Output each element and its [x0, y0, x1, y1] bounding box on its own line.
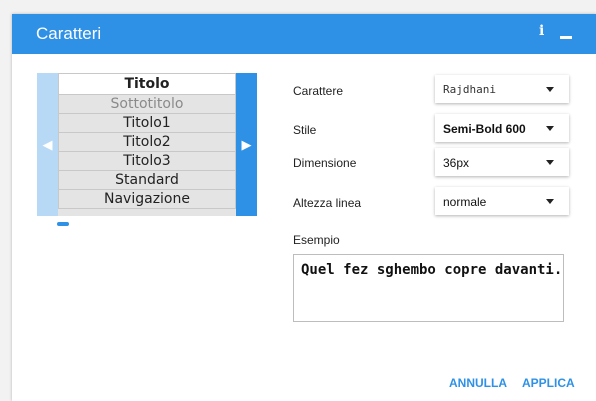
- line-height-select[interactable]: normale: [435, 187, 569, 215]
- style-select-value: Semi-Bold 600: [443, 122, 526, 136]
- font-style-carousel: ◀ Titolo Sottotitolo Titolo1 Titolo2 Tit…: [37, 73, 257, 216]
- font-style-item-navigazione[interactable]: Navigazione: [58, 190, 236, 209]
- sample-label: Esempio: [293, 233, 340, 247]
- font-select-value: Rajdhani: [443, 83, 496, 96]
- carousel-next-button[interactable]: ▶: [236, 73, 257, 216]
- dialog-titlebar: Caratteri i: [12, 14, 596, 54]
- apply-button[interactable]: APPLICA: [522, 376, 575, 390]
- chevron-down-icon: [546, 87, 554, 92]
- sample-textbox[interactable]: Quel fez sghembo copre davanti.: [293, 254, 564, 322]
- info-icon[interactable]: i: [539, 23, 544, 39]
- line-height-label: Altezza linea: [293, 196, 362, 210]
- chevron-down-icon: [546, 160, 554, 165]
- chevron-down-icon: [546, 199, 554, 204]
- font-style-item-titolo2[interactable]: Titolo2: [58, 133, 236, 152]
- font-style-item-titolo1[interactable]: Titolo1: [58, 114, 236, 133]
- cancel-button[interactable]: ANNULLA: [449, 376, 507, 390]
- style-label: Stile: [293, 123, 317, 137]
- style-select[interactable]: Semi-Bold 600: [435, 114, 569, 142]
- font-label: Carattere: [293, 84, 344, 98]
- carousel-prev-button[interactable]: ◀: [37, 73, 58, 216]
- size-label: Dimensione: [293, 156, 357, 170]
- font-select[interactable]: Rajdhani: [435, 75, 569, 103]
- line-height-select-value: normale: [443, 195, 487, 209]
- font-style-item-titolo[interactable]: Titolo: [58, 73, 236, 95]
- size-select[interactable]: 36px: [435, 148, 569, 176]
- chevron-right-icon: ▶: [241, 136, 252, 152]
- font-style-list: Titolo Sottotitolo Titolo1 Titolo2 Titol…: [58, 73, 236, 216]
- size-select-value: 36px: [443, 156, 470, 170]
- font-style-item-sottotitolo[interactable]: Sottotitolo: [58, 95, 236, 114]
- minimize-icon[interactable]: [560, 36, 572, 39]
- dialog-title: Caratteri: [36, 24, 102, 43]
- font-style-item-standard[interactable]: Standard: [58, 171, 236, 190]
- chevron-left-icon: ◀: [42, 136, 53, 152]
- chevron-down-icon: [546, 126, 554, 131]
- page-indicator[interactable]: [57, 222, 69, 226]
- fonts-dialog: Caratteri i ◀ Titolo Sottotitolo Titolo1…: [12, 14, 596, 401]
- font-style-item-titolo3[interactable]: Titolo3: [58, 152, 236, 171]
